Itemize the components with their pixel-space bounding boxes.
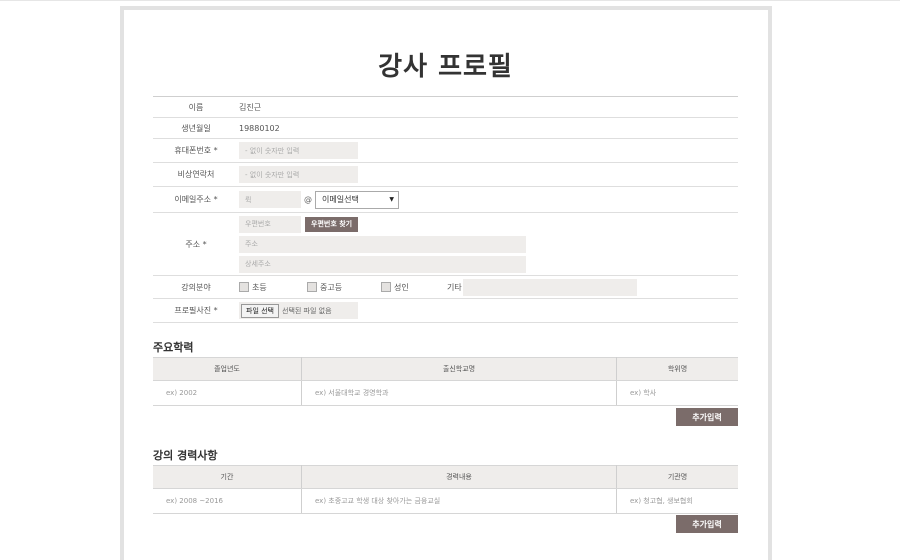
- row-name: 이름 김진근: [153, 97, 738, 118]
- file-status: 선택된 파일 없음: [282, 306, 332, 315]
- table-row: ex) 2002 ex) 서울대학교 경영학과 ex) 학사: [153, 380, 738, 406]
- checkbox-label: 성인: [394, 282, 409, 292]
- row-email: 이메일주소 * @ 이메일선택 ▼: [153, 187, 738, 213]
- etc-input[interactable]: [463, 278, 637, 296]
- checkbox-box[interactable]: [381, 282, 391, 292]
- email-domain-value: 이메일선택: [322, 195, 359, 204]
- career-add-button[interactable]: 추가입력: [676, 515, 738, 533]
- checkbox-secondary[interactable]: 중고등: [307, 282, 381, 293]
- checkbox-adult[interactable]: 성인: [381, 282, 447, 293]
- email-domain-select[interactable]: 이메일선택 ▼: [315, 190, 399, 209]
- row-photo: 프로필사진 * 파일 선택 선택된 파일 없음: [153, 299, 738, 323]
- row-mobile: 휴대폰번호 *: [153, 139, 738, 163]
- career-table: 기간 경력내용 기관명 ex) 2008 ~2016 ex) 초중고교 학생 대…: [153, 465, 738, 514]
- col-school-name: 출신학교명: [301, 357, 617, 381]
- birth-value: 19880102: [239, 123, 280, 133]
- table-row: ex) 2008 ~2016 ex) 초중고교 학생 대상 찾아가는 금융교실 …: [153, 488, 738, 514]
- profile-form: 이름 김진근 생년월일 19880102 휴대폰번호 * 비상연락처: [153, 96, 738, 323]
- emergency-input[interactable]: [239, 166, 358, 183]
- checkbox-box[interactable]: [307, 282, 317, 292]
- col-graduation-year: 졸업년도: [153, 357, 302, 381]
- col-degree: 학위명: [616, 357, 738, 381]
- education-year-cell[interactable]: ex) 2002: [153, 380, 302, 406]
- col-period: 기간: [153, 465, 302, 489]
- name-label: 이름: [188, 102, 204, 112]
- education-school-cell[interactable]: ex) 서울대학교 경영학과: [301, 380, 617, 406]
- education-table: 졸업년도 출신학교명 학위명 ex) 2002 ex) 서울대학교 경영학과 e…: [153, 357, 738, 406]
- page-title: 강사 프로필: [378, 52, 513, 82]
- row-birth: 생년월일 19880102: [153, 118, 738, 139]
- email-local-input[interactable]: [239, 191, 301, 208]
- career-organization-cell[interactable]: ex) 청고협, 생보협회: [616, 488, 738, 514]
- photo-label: 프로필사진 *: [174, 306, 218, 315]
- career-period-cell[interactable]: ex) 2008 ~2016: [153, 488, 302, 514]
- mobile-label: 휴대폰번호 *: [174, 146, 218, 155]
- career-title: 강의 경력사항: [153, 449, 218, 462]
- file-select-button[interactable]: 파일 선택: [241, 303, 279, 318]
- top-divider: [0, 0, 900, 1]
- lecture-field-label: 강의분야: [181, 282, 211, 292]
- row-emergency: 비상연락처: [153, 163, 738, 187]
- profile-card: 강사 프로필 이름 김진근 생년월일 19880102 휴대폰번호 * 비상연락: [120, 6, 772, 560]
- checkbox-box[interactable]: [239, 282, 249, 292]
- address-label: 주소 *: [185, 239, 207, 249]
- address-detail-input[interactable]: [239, 255, 526, 273]
- career-content-cell[interactable]: ex) 초중고교 학생 대상 찾아가는 금융교실: [301, 488, 617, 514]
- row-address: 주소 * 우편번호 찾기: [153, 213, 738, 276]
- etc-label: 기타: [447, 282, 462, 292]
- name-value: 김진근: [239, 102, 262, 112]
- chevron-down-icon: ▼: [389, 196, 394, 203]
- education-degree-cell[interactable]: ex) 학사: [616, 380, 738, 406]
- mobile-input[interactable]: [239, 142, 358, 159]
- address-input[interactable]: [239, 235, 526, 253]
- row-lecture-field: 강의분야 초등 중고등 성인 기타: [153, 276, 738, 299]
- checkbox-label: 중고등: [320, 282, 343, 292]
- file-input[interactable]: 파일 선택 선택된 파일 없음: [239, 302, 358, 319]
- checkbox-label: 초등: [252, 282, 267, 292]
- zipcode-input[interactable]: [239, 215, 301, 233]
- checkbox-elementary[interactable]: 초등: [239, 282, 307, 293]
- at-sign: @: [304, 195, 312, 204]
- find-zipcode-button[interactable]: 우편번호 찾기: [305, 216, 359, 232]
- col-career-content: 경력내용: [301, 465, 617, 489]
- col-organization: 기관명: [616, 465, 738, 489]
- birth-label: 생년월일: [181, 123, 211, 133]
- emergency-label: 비상연락처: [177, 170, 215, 179]
- education-title: 주요학력: [153, 341, 194, 354]
- education-add-button[interactable]: 추가입력: [676, 408, 738, 426]
- email-label: 이메일주소 *: [174, 195, 218, 204]
